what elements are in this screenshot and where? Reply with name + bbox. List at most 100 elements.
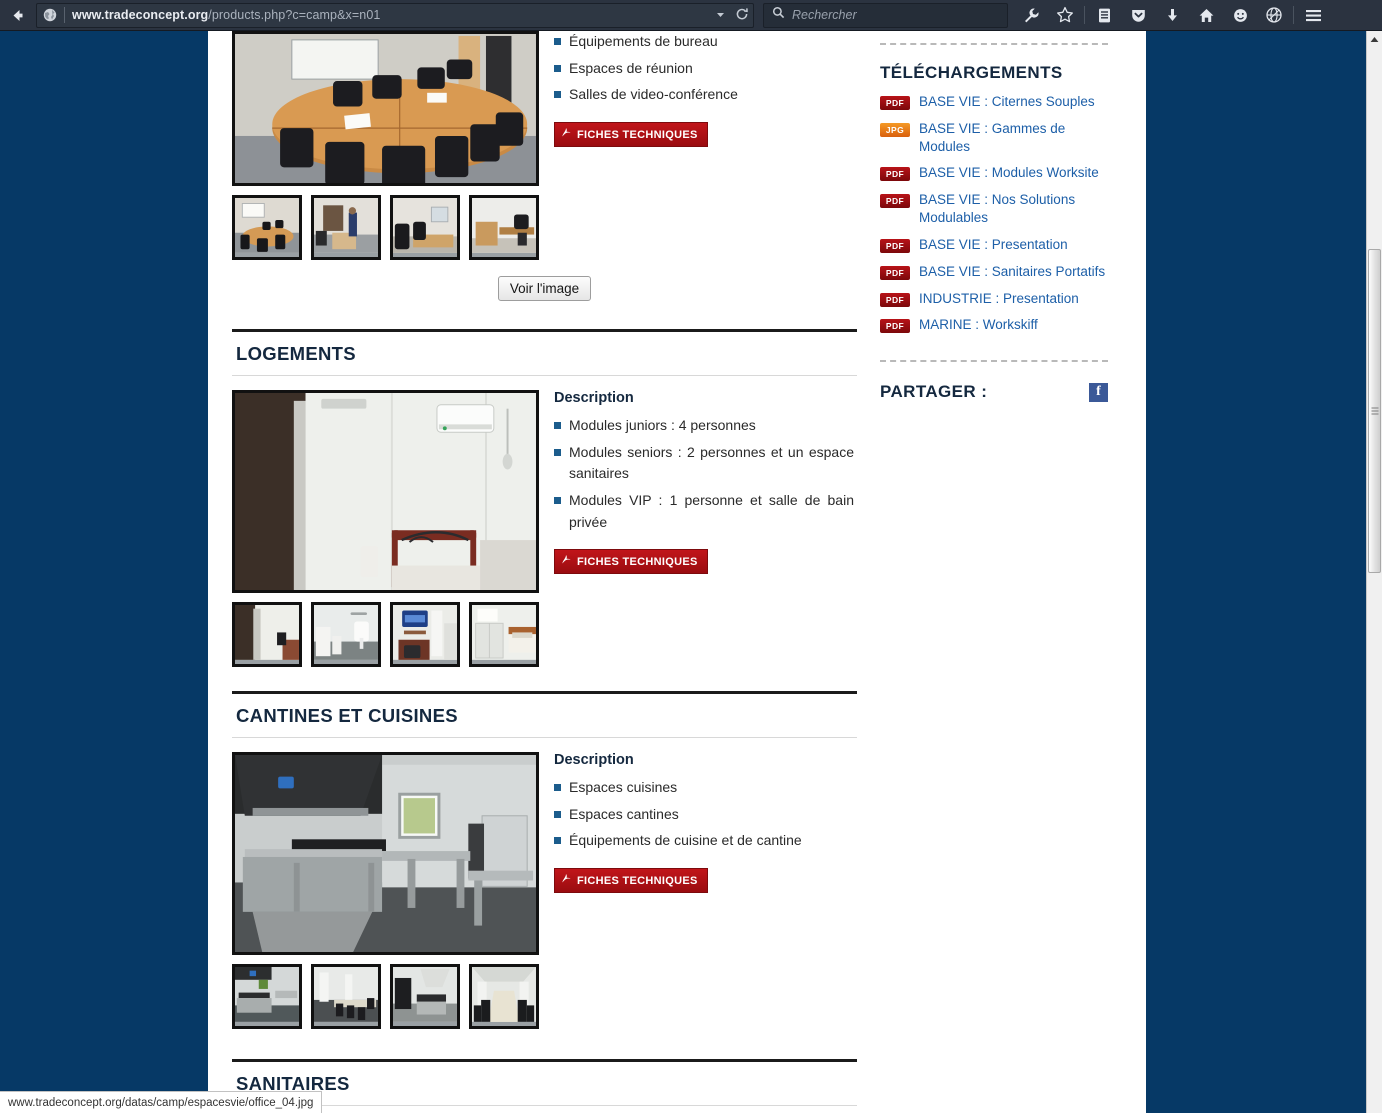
fiches-techniques-button-logements[interactable]: FICHES TECHNIQUES: [554, 549, 708, 575]
description-heading: Description: [554, 390, 634, 406]
download-link[interactable]: BASE VIE : Sanitaires Portatifs: [919, 263, 1111, 281]
share-row: PARTAGER : f: [880, 382, 1108, 402]
cuisine-thumb-4[interactable]: [469, 964, 539, 1029]
scrollbar-grip: [1371, 407, 1378, 415]
vertical-scrollbar[interactable]: [1366, 31, 1382, 1113]
section-cantines: CANTINES ET CUISINES Description Espaces…: [232, 691, 857, 1029]
download-item[interactable]: PDF MARINE : Workskiff: [880, 316, 1122, 334]
globe-translate-icon[interactable]: [1257, 0, 1291, 31]
bureaux-thumb-1[interactable]: [232, 195, 302, 260]
download-link[interactable]: INDUSTRIE : Presentation: [919, 290, 1111, 308]
voir-image-wrap: Voir l'image: [232, 260, 857, 307]
url-bar-actions: [715, 4, 749, 29]
home-icon[interactable]: [1189, 0, 1223, 31]
description-list-cantines: Espaces cuisines Espaces cantines Équipe…: [554, 777, 854, 852]
hero-image-bureaux[interactable]: [232, 31, 539, 186]
toolbar-separator-2: [1293, 6, 1294, 24]
search-icon: [772, 6, 785, 24]
pdf-badge-icon: PDF: [880, 194, 910, 209]
scroll-up-arrow-icon[interactable]: [1367, 31, 1382, 47]
download-item[interactable]: PDF BASE VIE : Citernes Souples: [880, 93, 1122, 111]
download-link[interactable]: BASE VIE : Presentation: [919, 236, 1111, 254]
product-block-bureaux: Équipements de bureau Espaces de réunion…: [232, 31, 880, 260]
section-title-logements: LOGEMENTS: [236, 343, 356, 364]
pdf-icon: [561, 873, 572, 888]
fiches-techniques-button-cantines[interactable]: FICHES TECHNIQUES: [554, 868, 708, 894]
download-link[interactable]: BASE VIE : Gammes de Modules: [919, 120, 1111, 156]
description-bureaux: Équipements de bureau Espaces de réunion…: [542, 31, 854, 260]
hero-image-cantines[interactable]: [232, 752, 539, 955]
smiley-feedback-icon[interactable]: [1223, 0, 1257, 31]
download-link[interactable]: BASE VIE : Modules Worksite: [919, 164, 1111, 182]
gallery-cantines: [232, 752, 542, 1029]
list-item: Modules seniors : 2 personnes et un espa…: [554, 442, 854, 485]
toolbar-separator: [1084, 6, 1085, 24]
logement-thumb-3[interactable]: [390, 602, 460, 667]
browser-toolbar: www.tradeconcept.org/products.php?c=camp…: [0, 0, 1382, 31]
product-block-sanitaires: Description: [232, 1106, 857, 1113]
product-block-cantines: Description Espaces cuisines Espaces can…: [232, 738, 857, 1029]
pdf-icon: [561, 554, 572, 569]
cuisine-thumb-3[interactable]: [390, 964, 460, 1029]
fiches-techniques-button-bureaux[interactable]: FICHES TECHNIQUES: [554, 122, 708, 148]
section-logements: LOGEMENTS Description Modules juniors: …: [232, 329, 857, 667]
pdf-badge-icon: PDF: [880, 319, 910, 334]
fiches-techniques-label: FICHES TECHNIQUES: [577, 555, 698, 568]
scrollbar-thumb[interactable]: [1368, 249, 1381, 573]
pdf-icon: [561, 127, 572, 142]
pdf-badge-icon: PDF: [880, 96, 910, 110]
download-item[interactable]: PDF BASE VIE : Sanitaires Portatifs: [880, 263, 1122, 281]
page-viewport: Équipements de bureau Espaces de réunion…: [0, 31, 1382, 1113]
bookmark-star-icon[interactable]: [1048, 0, 1082, 31]
download-item[interactable]: PDF BASE VIE : Modules Worksite: [880, 164, 1122, 182]
hamburger-menu-icon[interactable]: [1296, 0, 1330, 31]
logement-thumb-4[interactable]: [469, 602, 539, 667]
chevron-down-icon[interactable]: [715, 7, 726, 25]
hero-image-logements[interactable]: [232, 390, 539, 593]
download-item[interactable]: PDF INDUSTRIE : Presentation: [880, 290, 1122, 308]
logement-thumb-1[interactable]: [232, 602, 302, 667]
voir-image-button[interactable]: Voir l'image: [497, 276, 592, 301]
download-link[interactable]: MARINE : Workskiff: [919, 316, 1111, 334]
wrench-icon[interactable]: [1014, 0, 1048, 31]
gallery-bureaux: [232, 31, 542, 260]
reload-icon[interactable]: [735, 7, 749, 26]
product-block-logements: Description Modules juniors : 4 personne…: [232, 376, 857, 667]
description-heading: Description: [554, 752, 634, 768]
download-item[interactable]: PDF BASE VIE : Presentation: [880, 236, 1122, 254]
description-list-bureaux: Équipements de bureau Espaces de réunion…: [554, 31, 854, 106]
status-bar-text: www.tradeconcept.org/datas/camp/espacesv…: [8, 1096, 314, 1109]
list-item: Espaces cantines: [554, 804, 854, 826]
download-item[interactable]: PDF BASE VIE : Nos Solutions Modulables: [880, 191, 1122, 227]
downloads-list: PDF BASE VIE : Citernes Souples JPG BASE…: [880, 93, 1122, 334]
url-bar[interactable]: www.tradeconcept.org/products.php?c=camp…: [36, 2, 754, 29]
search-bar[interactable]: [763, 2, 1008, 28]
bureaux-thumb-2[interactable]: [311, 195, 381, 260]
url-path: /products.php?c=camp&x=n01: [208, 8, 381, 22]
downloads-icon[interactable]: [1155, 0, 1189, 31]
search-input[interactable]: [792, 8, 992, 22]
cuisine-thumb-1[interactable]: [232, 964, 302, 1029]
pdf-badge-icon: PDF: [880, 167, 910, 182]
divider-dashed-top: [880, 43, 1108, 45]
page-canvas: Équipements de bureau Espaces de réunion…: [208, 31, 1146, 1113]
download-link[interactable]: BASE VIE : Citernes Souples: [919, 93, 1111, 111]
reading-list-icon[interactable]: [1087, 0, 1121, 31]
url-separator: [64, 7, 65, 23]
back-arrow-icon[interactable]: [0, 0, 34, 31]
share-title: PARTAGER :: [880, 382, 988, 402]
thumbnail-strip-bureaux: [232, 195, 542, 260]
description-logements: Description Modules juniors : 4 personne…: [542, 390, 854, 667]
facebook-icon[interactable]: f: [1089, 382, 1108, 402]
logement-thumb-2[interactable]: [311, 602, 381, 667]
cuisine-thumb-2[interactable]: [311, 964, 381, 1029]
url-text: www.tradeconcept.org/products.php?c=camp…: [72, 8, 380, 22]
download-link[interactable]: BASE VIE : Nos Solutions Modulables: [919, 191, 1111, 227]
bureaux-thumb-4[interactable]: [469, 195, 539, 260]
divider-dashed-bottom: [880, 360, 1108, 363]
download-item[interactable]: JPG BASE VIE : Gammes de Modules: [880, 120, 1122, 156]
downloads-title: TÉLÉCHARGEMENTS: [880, 63, 1063, 82]
pocket-icon[interactable]: [1121, 0, 1155, 31]
pdf-badge-icon: PDF: [880, 292, 910, 307]
bureaux-thumb-3[interactable]: [390, 195, 460, 260]
